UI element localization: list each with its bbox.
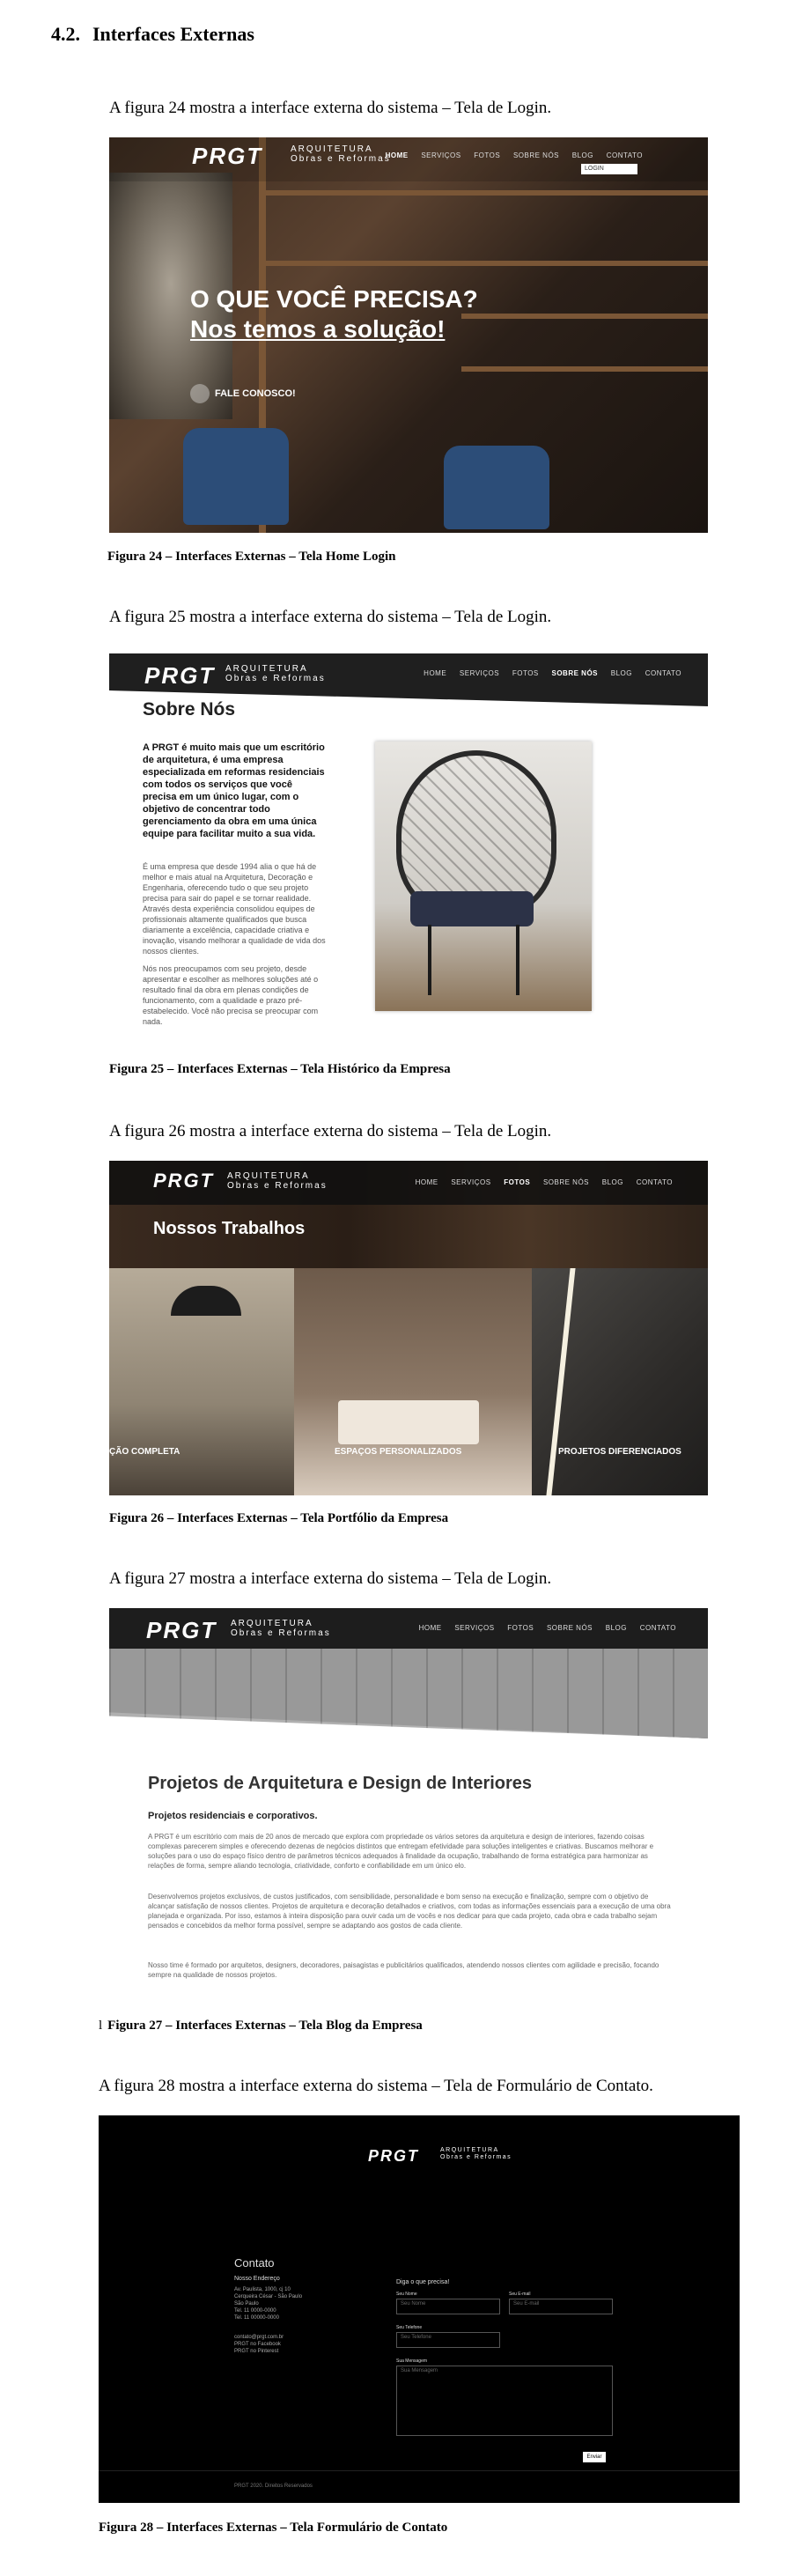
figure-28-screenshot: PRGT ARQUITETURA Obras e Reformas Contato…	[99, 2115, 740, 2503]
main-menu: HOME SERVIÇOS FOTOS SOBRE NÓS BLOG CONTA…	[405, 1178, 673, 1186]
menu-contact[interactable]: CONTATO	[607, 151, 643, 159]
pinterest-link[interactable]: PRGT no Pinterest	[234, 2348, 284, 2355]
figure-24-screenshot: PRGT ARQUITETURA Obras e Reformas HOME SE…	[109, 137, 708, 533]
figure-26-screenshot: PRGT ARQUITETURA Obras e Reformas HOME SE…	[109, 1161, 708, 1495]
name-field[interactable]: Seu Nome	[396, 2299, 500, 2314]
blog-heading: Projetos de Arquitetura e Design de Inte…	[148, 1774, 533, 1793]
figure-28-caption: Figura 28 – Interfaces Externas – Tela F…	[99, 2521, 448, 2535]
submit-button[interactable]: Enviar	[583, 2452, 606, 2462]
about-lead: A PRGT é muito mais que um escritório de…	[143, 742, 325, 839]
menu-services[interactable]: SERVIÇOS	[421, 151, 460, 159]
logo[interactable]: PRGT ARQUITETURA Obras e Reformas	[368, 2147, 511, 2166]
cta-circle-icon	[190, 384, 210, 403]
facebook-link[interactable]: PRGT no Facebook	[234, 2341, 284, 2348]
armchair-left	[183, 428, 289, 525]
contact-title: Contato	[234, 2256, 275, 2270]
logo[interactable]: PRGT ARQUITETURA Obras e Reformas	[144, 662, 324, 690]
label-message: Sua Mensagem	[396, 2358, 428, 2364]
blog-subheading: Projetos residenciais e corporativos.	[148, 1811, 318, 1821]
phone-field[interactable]: Seu Telefone	[396, 2332, 500, 2348]
portfolio-heading: Nossos Trabalhos	[153, 1219, 306, 1238]
menu-about[interactable]: SOBRE NÓS	[543, 1178, 589, 1186]
contact-cta-button[interactable]: FALE CONOSCO!	[190, 384, 296, 403]
top-nav: PRGT ARQUITETURA Obras e Reformas HOME SE…	[109, 137, 708, 181]
top-nav: PRGT ARQUITETURA Obras e Reformas HOME SE…	[109, 1161, 708, 1205]
figure-26-caption: Figura 26 – Interfaces Externas – Tela P…	[109, 1511, 449, 1525]
top-nav: PRGT ARQUITETURA Obras e Reformas HOME SE…	[109, 653, 708, 706]
logo[interactable]: PRGT ARQUITETURA Obras e Reformas	[153, 1170, 326, 1192]
menu-photos[interactable]: FOTOS	[512, 669, 539, 677]
menu-home[interactable]: HOME	[416, 1178, 438, 1186]
menu-about[interactable]: SOBRE NÓS	[513, 151, 559, 159]
section-number: 4.2.	[51, 23, 80, 45]
about-heading: Sobre Nós	[143, 699, 236, 720]
figure-28-intro: A figura 28 mostra a interface externa d…	[99, 2077, 653, 2095]
footer: PRGT 2020. Direitos Reservados	[99, 2470, 740, 2503]
menu-contact[interactable]: CONTATO	[645, 669, 681, 677]
about-body: É uma empresa que desde 1994 alia o que …	[143, 862, 326, 1026]
portfolio-tile-3[interactable]: PROJETOS DIFERENCIADOS	[532, 1268, 708, 1495]
menu-blog[interactable]: BLOG	[611, 669, 632, 677]
figure-27-intro: A figura 27 mostra a interface externa d…	[109, 1569, 552, 1588]
logo[interactable]: PRGT ARQUITETURA Obras e Reformas	[192, 143, 389, 170]
form-title: Diga o que precisa!	[396, 2279, 450, 2285]
main-menu: HOME SERVIÇOS FOTOS SOBRE NÓS BLOG CONTA…	[375, 151, 643, 159]
chair-photo	[375, 742, 592, 1011]
menu-about[interactable]: SOBRE NÓS	[552, 669, 599, 677]
menu-home[interactable]: HOME	[386, 151, 409, 159]
menu-home[interactable]: HOME	[419, 1624, 442, 1632]
hero-headline: O QUE VOCÊ PRECISA?	[190, 285, 478, 313]
email-field[interactable]: Seu E-mail	[509, 2299, 613, 2314]
label-email: Seu E-mail	[509, 2292, 531, 2297]
portfolio-tile-1[interactable]: ÇÃO COMPLETA	[109, 1268, 294, 1495]
figure-27-screenshot: PRGT ARQUITETURA Obras e Reformas HOME SE…	[109, 1608, 708, 2001]
menu-blog[interactable]: BLOG	[606, 1624, 627, 1632]
figure-25-caption: Figura 25 – Interfaces Externas – Tela H…	[109, 1062, 451, 1076]
label-phone: Seu Telefone	[396, 2325, 423, 2330]
blog-paragraph-1: A PRGT é um escritório com mais de 20 an…	[148, 1833, 654, 1870]
menu-contact[interactable]: CONTATO	[637, 1178, 673, 1186]
menu-services[interactable]: SERVIÇOS	[451, 1178, 490, 1186]
figure-27-caption: l Figura 27 – Interfaces Externas – Tela …	[99, 2019, 423, 2033]
blog-paragraph-3: Nosso time é formado por arquitetos, des…	[148, 1961, 659, 1979]
address-block: Av. Paulista, 1000, cj 10 Cerqueira Césa…	[234, 2287, 303, 2321]
menu-blog[interactable]: BLOG	[602, 1178, 623, 1186]
armchair-right	[444, 446, 549, 529]
figure-24-intro: A figura 24 mostra a interface externa d…	[109, 99, 552, 117]
figure-26-intro: A figura 26 mostra a interface externa d…	[109, 1122, 552, 1140]
email-link[interactable]: contato@prgt.com.br	[234, 2334, 284, 2341]
menu-about[interactable]: SOBRE NÓS	[547, 1624, 593, 1632]
menu-photos[interactable]: FOTOS	[474, 151, 500, 159]
portfolio-tile-2[interactable]: ESPAÇOS PERSONALIZADOS	[294, 1268, 532, 1495]
menu-services[interactable]: SERVIÇOS	[460, 669, 499, 677]
hero-subheadline: Nos temos a solução!	[190, 315, 446, 343]
figure-25-screenshot: PRGT ARQUITETURA Obras e Reformas HOME SE…	[109, 653, 708, 1044]
section-title: Interfaces Externas	[92, 23, 254, 45]
address-title: Nosso Endereço	[234, 2276, 280, 2282]
main-menu: HOME SERVIÇOS FOTOS SOBRE NÓS BLOG CONTA…	[413, 669, 681, 677]
menu-contact[interactable]: CONTATO	[640, 1624, 676, 1632]
figure-25-intro: A figura 25 mostra a interface externa d…	[109, 608, 552, 626]
figure-24-caption: Figura 24 – Interfaces Externas – Tela H…	[107, 550, 396, 564]
main-menu: HOME SERVIÇOS FOTOS SOBRE NÓS BLOG CONTA…	[409, 1624, 676, 1632]
login-search-field[interactable]: LOGIN	[581, 164, 637, 174]
menu-services[interactable]: SERVIÇOS	[454, 1624, 494, 1632]
blog-paragraph-2: Desenvolvemos projetos exclusivos, de cu…	[148, 1893, 671, 1930]
menu-photos[interactable]: FOTOS	[507, 1624, 534, 1632]
section-heading: 4.2. Interfaces Externas	[51, 23, 254, 46]
menu-home[interactable]: HOME	[424, 669, 446, 677]
social-links: contato@prgt.com.br PRGT no Facebook PRG…	[234, 2334, 284, 2355]
menu-photos[interactable]: FOTOS	[504, 1178, 530, 1186]
label-name: Seu Nome	[396, 2292, 417, 2297]
floor-plan-banner	[109, 1649, 708, 1738]
logo[interactable]: PRGT ARQUITETURA Obras e Reformas	[146, 1617, 329, 1644]
message-field[interactable]: Sua Mensagem	[396, 2366, 613, 2436]
menu-blog[interactable]: BLOG	[572, 151, 593, 159]
